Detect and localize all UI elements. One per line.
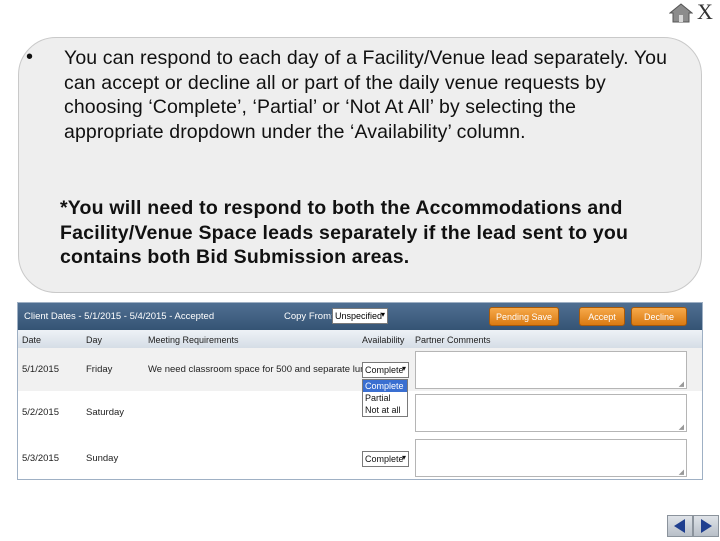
column-header-date: Date [22,335,42,345]
column-header-meeting-requirements: Meeting Requirements [148,335,239,345]
note-text: *You will need to respond to both the Ac… [60,197,629,268]
prev-arrow-icon [674,519,685,533]
bullet-marker: • [26,46,34,68]
table-header: Date Day Meeting Requirements Availabili… [18,330,702,349]
home-icon [668,3,694,23]
copy-from-select[interactable]: Unspecified ▾ [332,308,388,324]
table-row: 5/2/2015 Saturday ◢ [18,391,702,436]
row-day: Sunday [86,453,119,464]
availability-select[interactable]: Complete ▾ [362,451,409,467]
option-complete[interactable]: Complete [363,380,407,392]
panel-header: Client Dates - 5/1/2015 - 5/4/2015 - Acc… [18,303,702,330]
column-header-day: Day [86,335,103,345]
row-day: Friday [86,364,113,375]
partner-comment-field[interactable]: ◢ [415,394,687,432]
client-dates-panel: Client Dates - 5/1/2015 - 5/4/2015 - Acc… [17,302,703,480]
accept-button[interactable]: Accept [579,307,625,326]
chevron-down-icon: ▾ [380,310,385,319]
partner-comment-field[interactable]: ◢ [415,439,687,477]
pending-save-button[interactable]: Pending Save [489,307,559,326]
row-requirements: We need classroom space for 500 and sepa… [148,364,398,375]
home-button[interactable] [668,3,694,23]
bullet-text: You can respond to each day of a Facilit… [64,47,668,143]
availability-value: Complete [365,454,404,464]
column-header-availability: Availability [362,335,405,345]
resize-grip-icon: ◢ [678,469,684,476]
option-partial[interactable]: Partial [363,392,407,404]
resize-grip-icon: ◢ [678,424,684,431]
availability-dropdown-list: Complete Partial Not at all [362,379,408,417]
decline-button[interactable]: Decline [631,307,687,326]
row-date: 5/2/2015 [22,407,59,418]
next-slide-button[interactable] [693,515,719,537]
chevron-down-icon: ▾ [401,364,406,373]
table-row: 5/3/2015 Sunday Complete ▾ ◢ [18,435,702,479]
copy-from-label: Copy From: [284,311,334,322]
copy-from-value: Unspecified [335,311,383,321]
availability-value: Complete [365,365,404,375]
row-date: 5/1/2015 [22,364,59,375]
panel-title: Client Dates - 5/1/2015 - 5/4/2015 - Acc… [24,311,215,322]
previous-slide-button[interactable] [667,515,693,537]
availability-select[interactable]: Complete ▾ [362,362,409,378]
row-day: Saturday [86,407,125,418]
resize-grip-icon: ◢ [678,381,684,388]
row-date: 5/3/2015 [22,453,59,464]
table-row: 5/1/2015 Friday We need classroom space … [18,348,702,392]
column-header-partner-comments: Partner Comments [415,335,491,345]
option-not-at-all[interactable]: Not at all [363,404,407,416]
close-button[interactable]: X [697,0,713,24]
chevron-down-icon: ▾ [401,453,406,462]
next-arrow-icon [701,519,712,533]
partner-comment-field[interactable]: ◢ [415,351,687,389]
